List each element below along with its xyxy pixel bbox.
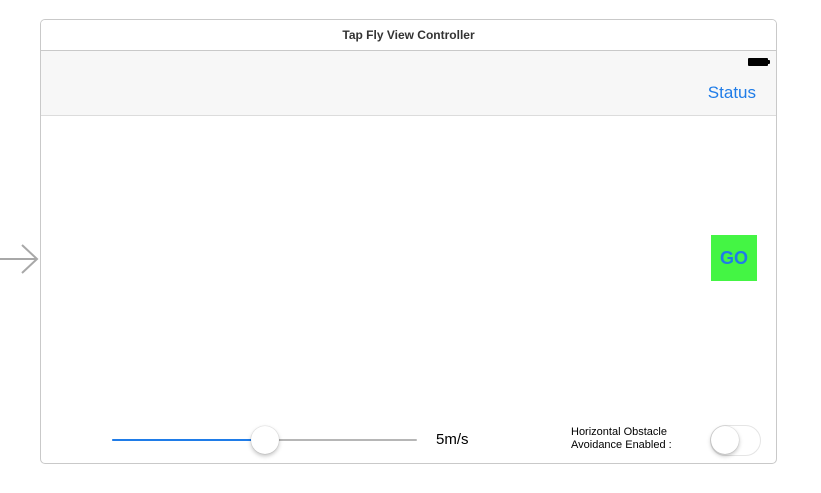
navigation-bar: Status	[41, 51, 776, 116]
view-controller-scene: Tap Fly View Controller Status GO 5m/s H…	[40, 19, 777, 464]
speed-slider[interactable]	[112, 425, 417, 455]
go-button[interactable]: GO	[711, 235, 757, 281]
obstacle-avoidance-label-line2: Avoidance Enabled :	[571, 439, 672, 451]
obstacle-avoidance-toggle[interactable]	[710, 425, 761, 456]
scene-title-bar: Tap Fly View Controller	[41, 20, 776, 51]
arrow-right-icon	[0, 244, 39, 274]
scene-title: Tap Fly View Controller	[342, 28, 475, 42]
speed-value-label: 5m/s	[436, 431, 469, 448]
obstacle-avoidance-label-line1: Horizontal Obstacle	[571, 426, 667, 438]
toggle-knob	[711, 426, 739, 454]
obstacle-avoidance-label: Horizontal Obstacle Avoidance Enabled :	[571, 426, 701, 452]
battery-icon	[748, 58, 770, 66]
slider-thumb[interactable]	[250, 426, 279, 454]
status-button[interactable]: Status	[708, 83, 756, 103]
slider-fill	[112, 439, 265, 441]
